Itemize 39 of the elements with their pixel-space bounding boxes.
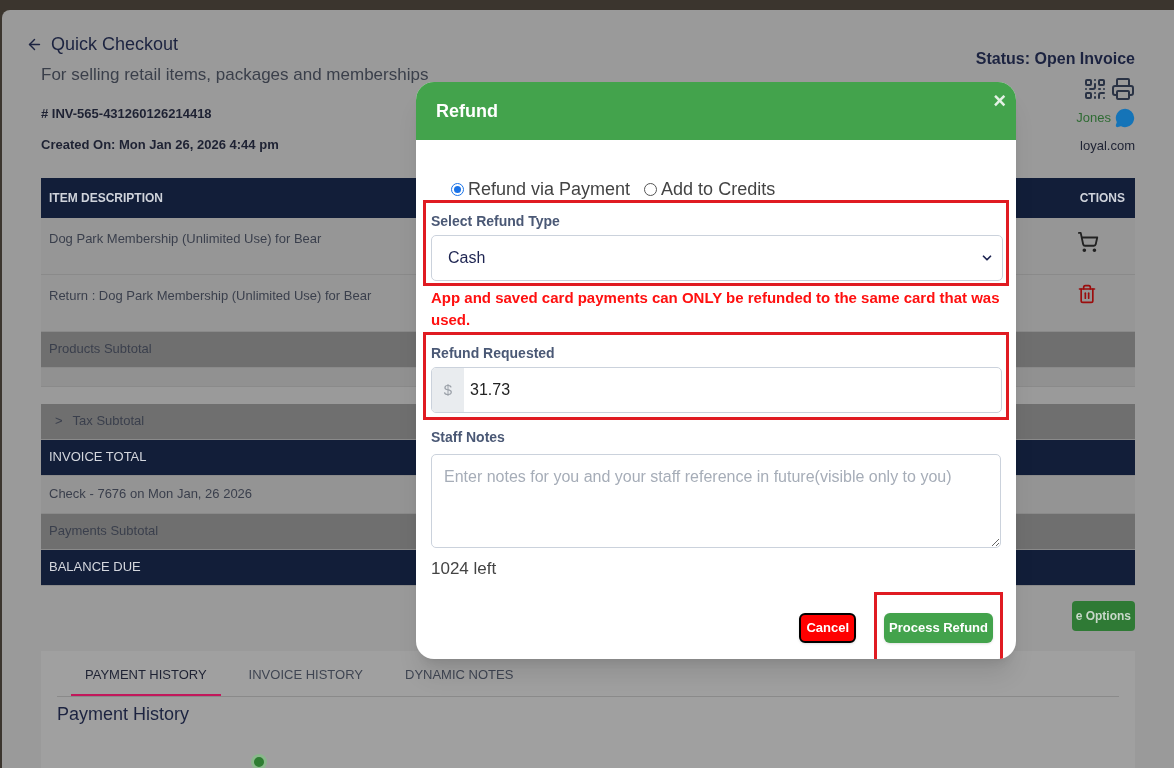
created-date: Created On: Mon Jan 26, 2026 4:44 pm bbox=[41, 136, 280, 154]
field-label: Staff Notes bbox=[431, 428, 506, 447]
close-button[interactable]: × bbox=[993, 84, 1006, 117]
tab[interactable]: DYNAMIC NOTES bbox=[391, 664, 528, 696]
refund-type-select[interactable]: Cash bbox=[431, 235, 1003, 281]
qr-code-icon[interactable] bbox=[1083, 77, 1107, 101]
cart-icon[interactable] bbox=[1077, 230, 1099, 253]
row-label: Dog Park Membership (Unlimited Use) for Bear bbox=[49, 229, 322, 248]
page-subtitle: For selling retail items, packages and memberships bbox=[41, 64, 429, 86]
column-header: ITEM DESCRIPTION bbox=[49, 189, 163, 207]
expand-toggle[interactable]: > bbox=[49, 411, 63, 431]
invoice-status: Status: Open Invoice bbox=[975, 49, 1135, 69]
customer-name[interactable]: Jones bbox=[1076, 108, 1111, 128]
radio-label[interactable]: Add to Credits bbox=[661, 176, 776, 203]
radio-label[interactable]: Refund via Payment bbox=[468, 176, 631, 203]
row-label: BALANCE DUE bbox=[49, 558, 141, 577]
print-icon[interactable] bbox=[1111, 77, 1135, 101]
field-label: Select Refund Type bbox=[431, 212, 561, 231]
staff-notes-field[interactable]: Enter notes for you and your staff reference in future(visible only to you) bbox=[431, 454, 1001, 548]
row-label: Check - 7676 on Mon Jan, 26 2026 bbox=[49, 485, 253, 504]
warning-message: App and saved card payments can ONLY be refunded to the same card that was used. bbox=[430, 288, 1001, 330]
process-refund-button[interactable]: Process Refund bbox=[884, 612, 993, 643]
currency-prefix: $ bbox=[432, 368, 464, 412]
tab[interactable]: PAYMENT HISTORY bbox=[71, 664, 221, 696]
cancel-button[interactable]: Cancel bbox=[799, 612, 856, 643]
row-label: INVOICE TOTAL bbox=[49, 448, 147, 467]
characters-remaining: 1024 left bbox=[431, 558, 498, 580]
invoice-number: # INV-565-431260126214418 bbox=[41, 104, 213, 123]
section-heading: Payment History bbox=[57, 703, 191, 726]
row-label: Return : Dog Park Membership (Unlimited Use) for Bear bbox=[49, 286, 372, 305]
options-button[interactable]: e Options bbox=[1071, 600, 1135, 631]
dialog-title: Refund bbox=[436, 99, 498, 123]
trash-icon[interactable] bbox=[1077, 283, 1097, 304]
column-header: CTIONS bbox=[1079, 189, 1125, 207]
page-title: Quick Checkout bbox=[51, 33, 179, 56]
tab[interactable]: INVOICE HISTORY bbox=[234, 664, 377, 696]
customer-email: loyal.com bbox=[1080, 137, 1135, 155]
field-label: Refund Requested bbox=[431, 344, 556, 363]
refund-amount-field[interactable]: $ 31.73 bbox=[431, 367, 1002, 413]
